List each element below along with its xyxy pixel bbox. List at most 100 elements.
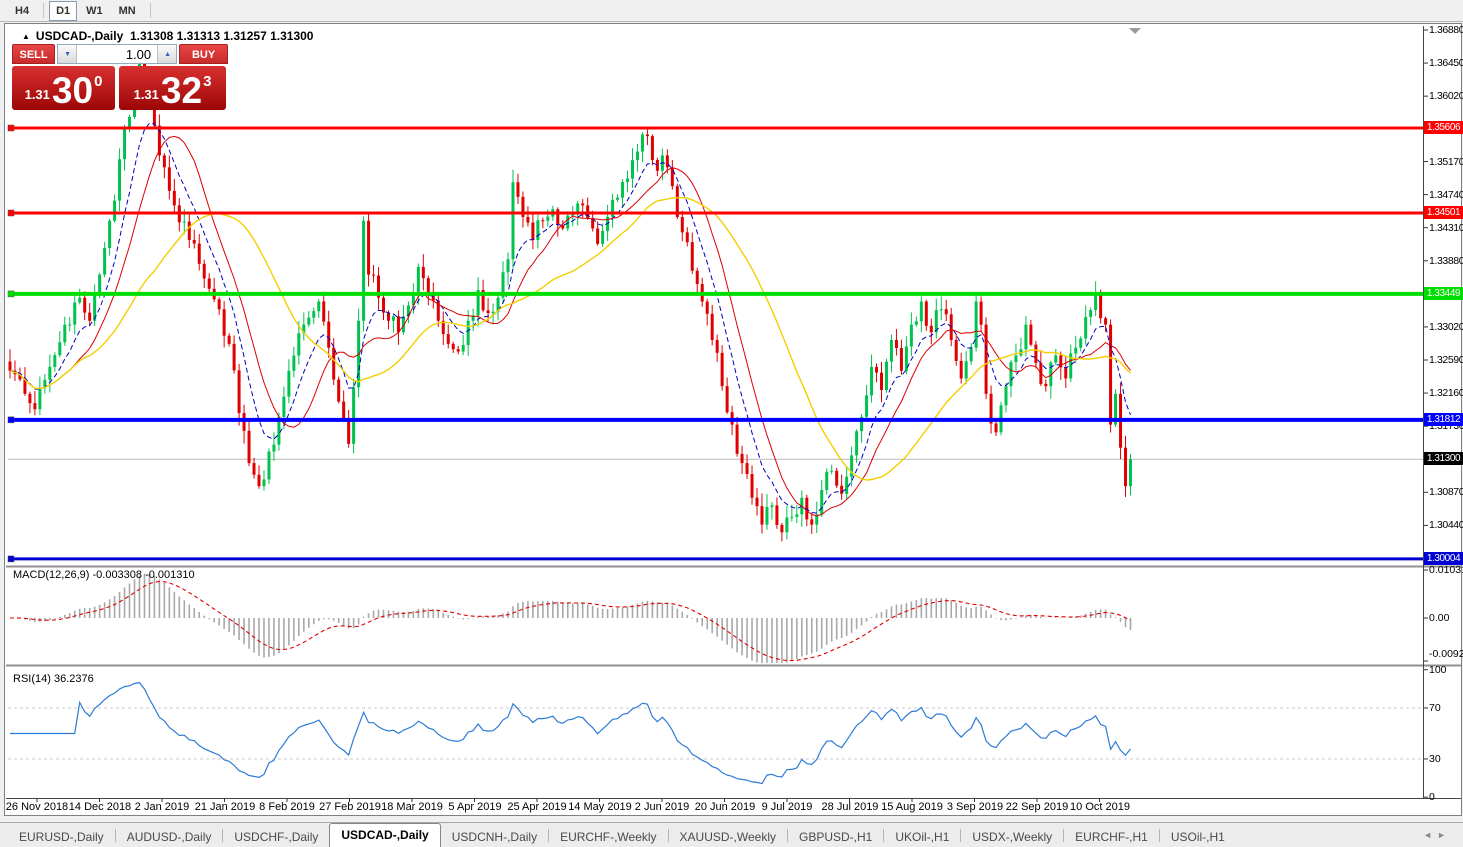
chart-tab-usdchf--daily[interactable]: USDCHF-,Daily	[223, 827, 329, 847]
chart-tab-usdcnh--daily[interactable]: USDCNH-,Daily	[441, 827, 548, 847]
chart-tab-usdx--weekly[interactable]: USDX-,Weekly	[961, 827, 1063, 847]
candle	[322, 302, 325, 322]
candle	[1054, 355, 1057, 362]
tab-scroll-arrows[interactable]: ◄►	[1423, 830, 1451, 840]
volume-input[interactable]	[77, 45, 157, 63]
level-price-badge: 1.34501	[1424, 206, 1463, 219]
candle	[825, 472, 828, 490]
price-tick-label: 1.32160	[1429, 387, 1463, 399]
candle	[83, 298, 86, 313]
timeframe-button-d1[interactable]: D1	[49, 1, 77, 21]
candle	[297, 333, 300, 355]
chart-tab-gbpusd--h1[interactable]: GBPUSD-,H1	[788, 827, 883, 847]
volume-stepper: ▼ ▲	[57, 44, 177, 64]
level-price-badge: 1.31812	[1424, 413, 1463, 426]
chart-tab-eurchf--h1[interactable]: EURCHF-,H1	[1064, 827, 1159, 847]
candle	[875, 367, 878, 373]
buy-button[interactable]: BUY	[179, 44, 228, 64]
price-tick-label: 1.36450	[1429, 57, 1463, 69]
candle	[73, 303, 76, 325]
price-tick-label: 1.30440	[1429, 519, 1463, 531]
ray-anchor-marker	[8, 556, 14, 562]
candle	[985, 325, 988, 394]
candle	[790, 517, 793, 518]
candle	[447, 334, 450, 344]
candle	[726, 386, 729, 412]
candle	[930, 326, 933, 333]
candle	[38, 388, 41, 409]
candle	[716, 340, 719, 353]
candle	[28, 394, 31, 403]
candle	[48, 367, 51, 380]
sell-button[interactable]: SELL	[12, 44, 55, 64]
macd-group	[10, 574, 1131, 663]
toolbar-separator	[150, 3, 151, 18]
timeframe-button-mn[interactable]: MN	[112, 1, 143, 21]
collapse-arrow-icon[interactable]: ▲	[22, 32, 30, 41]
candle	[63, 325, 66, 343]
candle	[292, 356, 295, 371]
candle	[98, 275, 101, 293]
candle	[208, 278, 211, 288]
candle	[636, 152, 639, 161]
chart-tab-ukoil--h1[interactable]: UKOil-,H1	[884, 827, 960, 847]
candle	[865, 395, 868, 417]
chart-tab-eurusd--daily[interactable]: EURUSD-,Daily	[8, 827, 115, 847]
candle	[681, 217, 684, 232]
candle	[228, 336, 231, 344]
macd-signal-line	[10, 582, 1131, 661]
candle	[511, 182, 514, 259]
candle	[970, 348, 973, 362]
timeframe-button-h4[interactable]: H4	[8, 1, 36, 21]
candle	[492, 312, 495, 313]
candle	[1109, 325, 1112, 425]
date-tick-label: 10 Oct 2019	[1055, 801, 1145, 813]
candle	[262, 479, 265, 486]
candle	[546, 217, 549, 221]
price-tick-label: 1.36880	[1429, 24, 1463, 36]
candle	[770, 505, 773, 507]
chart-tab-usdcad--daily[interactable]: USDCAD-,Daily	[329, 823, 440, 847]
candle	[855, 431, 858, 455]
volume-increase-button[interactable]: ▲	[157, 45, 176, 63]
candle	[168, 167, 171, 190]
candle	[347, 418, 350, 444]
candle	[1084, 317, 1087, 338]
candle	[342, 402, 345, 419]
candle	[487, 310, 490, 313]
buy-price-box[interactable]: 1.31 32 3	[119, 66, 226, 110]
candle	[282, 397, 285, 417]
candle	[427, 278, 430, 294]
timeframe-button-w1[interactable]: W1	[79, 1, 110, 21]
candle	[666, 155, 669, 167]
candle	[880, 373, 883, 390]
candle	[531, 223, 534, 240]
chart-tab-usoil--h1[interactable]: USOil-,H1	[1160, 827, 1236, 847]
candle	[312, 311, 315, 318]
chart-tab-xauusd--weekly[interactable]: XAUUSD-,Weekly	[669, 827, 787, 847]
candle	[830, 471, 833, 472]
volume-decrease-button[interactable]: ▼	[58, 45, 77, 63]
price-tick-label: 1.35170	[1429, 156, 1463, 168]
candle	[945, 309, 948, 314]
candle	[223, 309, 226, 335]
candle	[691, 242, 694, 271]
macd-axis-label: -0.009203	[1429, 648, 1463, 660]
candle	[327, 322, 330, 348]
level-price-badge: 1.33449	[1424, 287, 1463, 300]
candle	[173, 191, 176, 206]
candle	[1014, 355, 1017, 362]
candle	[1104, 318, 1107, 324]
candle	[980, 302, 983, 325]
sell-price-box[interactable]: 1.31 30 0	[12, 66, 115, 110]
candle	[1044, 384, 1047, 386]
candle	[741, 454, 744, 463]
candle	[467, 321, 470, 345]
chart-tab-eurchf--weekly[interactable]: EURCHF-,Weekly	[549, 827, 667, 847]
candle	[462, 345, 465, 351]
price-chart-canvas[interactable]	[0, 0, 1463, 847]
candle	[601, 231, 604, 244]
candle	[248, 431, 251, 463]
candle	[915, 321, 918, 324]
chart-tab-audusd--daily[interactable]: AUDUSD-,Daily	[116, 827, 223, 847]
